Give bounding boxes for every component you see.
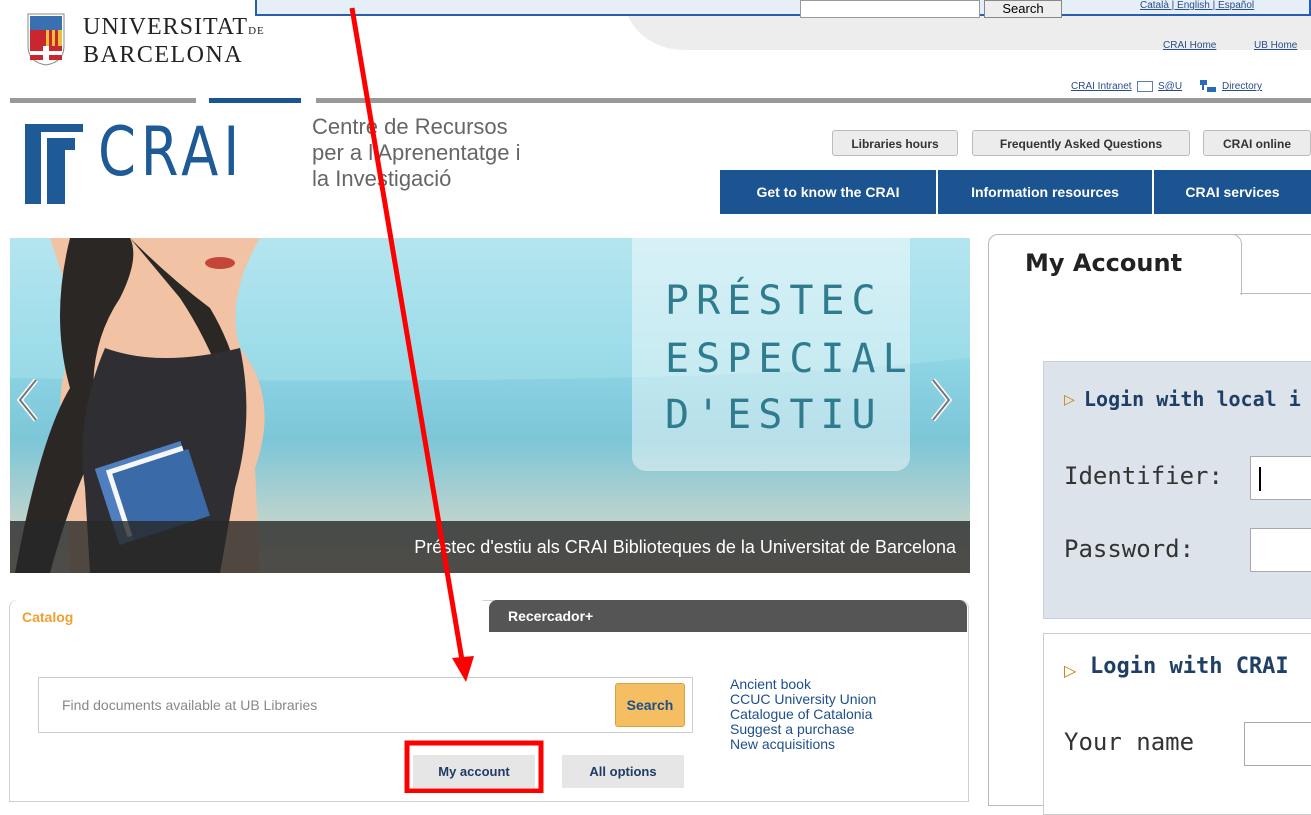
ub-name-line1: UNIVERSITATDE xyxy=(83,14,265,40)
all-options-button[interactable]: All options xyxy=(562,755,684,788)
site-search-input[interactable] xyxy=(800,0,980,18)
tab-my-account-label: My Account xyxy=(1025,249,1183,277)
catalog-search-button[interactable]: Search xyxy=(615,683,685,727)
hero-caption[interactable]: Préstec d'estiu als CRAI Biblioteques de… xyxy=(10,521,956,573)
identifier-input[interactable] xyxy=(1250,456,1311,500)
crai-wordmark: CRAI xyxy=(98,113,245,192)
chevron-left-icon[interactable] xyxy=(14,375,44,425)
identifier-label: Identifier: xyxy=(1064,462,1223,490)
directory-link[interactable]: Directory xyxy=(1222,81,1262,92)
link-suggest-purchase[interactable]: Suggest a purchase xyxy=(730,721,855,737)
catalog-search-input[interactable]: Find documents available at UB Libraries xyxy=(38,677,693,733)
promo-line-1: PRÉSTEC xyxy=(665,278,883,324)
crai-logo-icon[interactable] xyxy=(25,124,85,204)
promo-line-2: ESPECIAL xyxy=(665,336,914,382)
tab-catalog[interactable]: Catalog xyxy=(10,600,488,632)
your-name-label: Your name xyxy=(1064,728,1195,756)
site-search-button[interactable]: Search xyxy=(984,0,1062,18)
crai-login-title[interactable]: Login with CRAI xyxy=(1090,654,1289,679)
separator xyxy=(316,98,1311,103)
link-catalogue-catalonia[interactable]: Catalogue of Catalonia xyxy=(730,706,872,722)
link-new-acquisitions[interactable]: New acquisitions xyxy=(730,736,835,752)
tab-my-account[interactable]: My Account xyxy=(988,234,1242,295)
tab-underline xyxy=(1240,293,1311,294)
local-login-box: ▷ Login with local i Identifier: Passwor… xyxy=(1043,361,1311,619)
tab-recercador-label: Recercador+ xyxy=(508,608,594,624)
catalog-search-placeholder: Find documents available at UB Libraries xyxy=(62,697,318,713)
mail-icon xyxy=(1137,81,1153,92)
ub-shield-logo[interactable] xyxy=(26,12,66,66)
separator xyxy=(10,98,196,103)
crai-home-link[interactable]: CRAI Home xyxy=(1163,40,1216,51)
promo-line-3: D'ESTIU xyxy=(665,392,883,438)
chevron-right-icon[interactable] xyxy=(925,375,955,425)
sau-link[interactable]: S@U xyxy=(1158,81,1182,92)
triangle-right-icon: ▷ xyxy=(1064,391,1075,407)
ub-name-line2: BARCELONA xyxy=(83,42,244,68)
crai-description: Centre de Recursos per a l'Aprenentatge … xyxy=(312,114,521,191)
password-input[interactable] xyxy=(1250,528,1311,572)
libraries-hours-button[interactable]: Libraries hours xyxy=(832,130,958,156)
link-ccuc[interactable]: CCUC University Union xyxy=(730,691,876,707)
directory-icon xyxy=(1200,80,1216,93)
crai-intranet-link[interactable]: CRAI Intranet xyxy=(1071,81,1132,92)
link-ancient-book[interactable]: Ancient book xyxy=(730,676,811,692)
nav-information-resources[interactable]: Information resources xyxy=(938,170,1152,214)
crai-login-box: ▷ Login with CRAI Your name xyxy=(1043,633,1311,815)
your-name-input[interactable] xyxy=(1244,722,1311,766)
language-links[interactable]: Català | English | Español xyxy=(1140,0,1254,11)
tab-catalog-label: Catalog xyxy=(22,609,74,625)
faq-button[interactable]: Frequently Asked Questions xyxy=(972,130,1190,156)
separator-active xyxy=(209,98,301,103)
ub-home-link[interactable]: UB Home xyxy=(1254,40,1297,51)
tab-recercador[interactable]: Recercador+ xyxy=(489,600,967,632)
crai-online-button[interactable]: CRAI online xyxy=(1203,130,1311,156)
password-label: Password: xyxy=(1064,535,1195,563)
nav-get-to-know[interactable]: Get to know the CRAI xyxy=(720,170,936,214)
local-login-title[interactable]: Login with local i xyxy=(1084,387,1301,411)
my-account-button[interactable]: My account xyxy=(413,755,535,788)
triangle-right-icon: ▷ xyxy=(1064,663,1077,680)
nav-crai-services[interactable]: CRAI services xyxy=(1154,170,1311,214)
